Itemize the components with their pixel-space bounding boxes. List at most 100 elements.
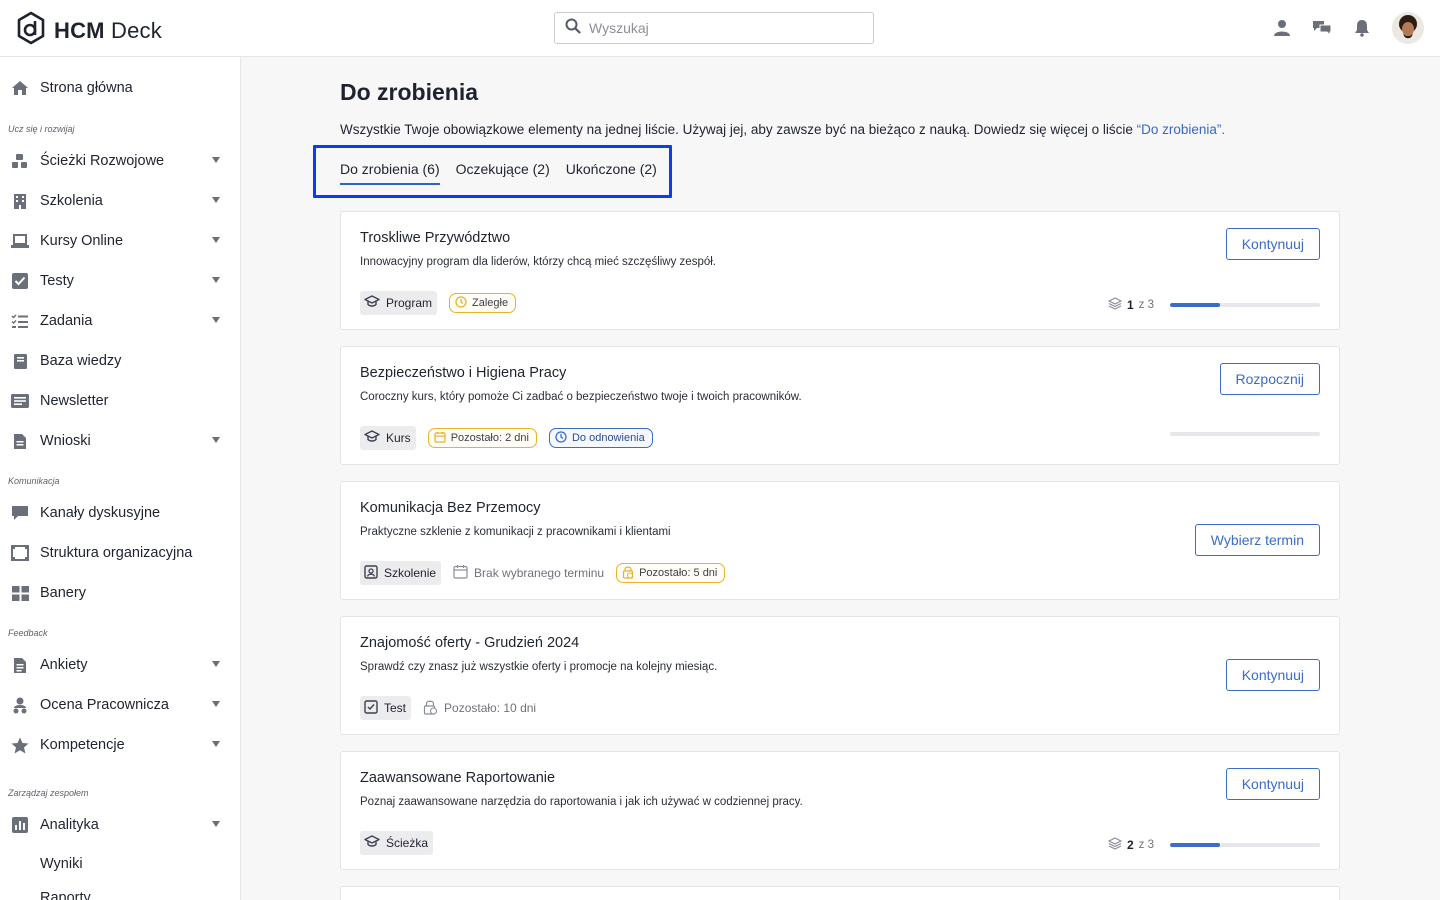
star-icon [11,736,29,754]
sidebar-item-paths[interactable]: Ścieżki Rozwojowe [0,141,240,181]
chevron-down-icon[interactable] [212,157,220,163]
sidebar-item-label: Baza wiedzy [40,353,122,369]
progress-fill [1170,843,1220,847]
choose-date-button[interactable]: Wybierz termin [1194,524,1320,556]
sidebar-item-label: Kursy Online [40,233,124,249]
sidebar-item-knowledge-base[interactable]: Baza wiedzy [0,341,240,381]
card-title[interactable]: Znajomość oferty - Grudzień 2024 [360,635,579,651]
badge-label: Pozostało: 5 dni [639,567,718,579]
todo-list-link[interactable]: “Do zrobienia”. [1137,122,1226,137]
sidebar-item-label: Struktura organizacyjna [40,545,193,561]
continue-button[interactable]: Kontynuuj [1225,768,1320,800]
sidebar-item-home[interactable]: Strona główna [0,68,240,108]
overdue-badge: Zaległe [449,293,517,313]
progress-bar [1170,303,1320,307]
card-tags: Test Pozostało: 10 dni [360,696,536,720]
building-icon [11,192,29,210]
task-card[interactable]: Komunikacja Bez Przemocy Praktyczne szkl… [340,481,1340,600]
main-content: Do zrobienia Wszystkie Twoje obowiązkowe… [241,57,1440,900]
graduation-cap-icon [364,430,380,446]
chevron-down-icon[interactable] [212,237,220,243]
card-title[interactable]: Komunikacja Bez Przemocy [360,500,541,516]
sidebar-item-label: Wnioski [40,433,91,449]
continue-button[interactable]: Kontynuuj [1225,659,1320,691]
page-title: Do zrobienia [340,79,479,105]
badge-label: Pozostało: 2 dni [450,432,529,444]
card-tags: Ścieżka [360,831,434,855]
task-card[interactable]: Bezpieczeństwo i Higiena Pracy Coroczny … [340,346,1340,465]
sidebar-item-banners[interactable]: Banery [0,573,240,613]
sidebar: Strona główna Ucz się i rozwijaj Ścieżki… [0,57,241,900]
chevron-down-icon[interactable] [212,197,220,203]
meta-label: Pozostało: 10 dni [444,701,537,715]
meta-label: Brak wybranego terminu [474,566,605,580]
card-description: Sprawdź czy znasz już wszystkie oferty i… [360,661,718,673]
sidebar-item-competencies[interactable]: Kompetencje [0,725,240,765]
sidebar-item-label: Banery [40,585,86,601]
tab-todo[interactable]: Do zrobienia (6) [340,161,440,185]
search-input[interactable] [589,20,849,36]
sidebar-item-label: Testy [40,273,74,289]
card-tags: Kurs Pozostało: 2 dni Do odnowienia [360,426,653,450]
sidebar-item-channels[interactable]: Kanały dyskusyjne [0,493,240,533]
layers-icon [1107,837,1123,853]
task-card[interactable]: Znajomość oferty - Grudzień 2024 Sprawdź… [340,616,1340,735]
tab-pending[interactable]: Oczekujące (2) [456,161,550,185]
search-box[interactable] [554,12,874,44]
bell-icon[interactable] [1352,18,1372,38]
sidebar-item-evaluation[interactable]: Ocena Pracownicza [0,685,240,725]
sidebar-item-tests[interactable]: Testy [0,261,240,301]
sidebar-item-analytics[interactable]: Analityka [0,805,240,845]
card-title[interactable]: Zaawansowane Raportowanie [360,770,555,786]
sidebar-item-label: Strona główna [40,80,133,96]
messages-icon[interactable] [1312,18,1332,38]
card-title[interactable]: Troskliwe Przywództwo [360,230,510,246]
chevron-down-icon[interactable] [212,661,220,667]
progress-fill [1170,303,1220,307]
sidebar-item-tasks[interactable]: Zadania [0,301,240,341]
chevron-down-icon[interactable] [212,277,220,283]
deadline-badge: Pozostało: 2 dni [427,428,537,448]
continue-button[interactable]: Kontynuuj [1225,228,1320,260]
user-avatar[interactable] [1392,12,1424,44]
sidebar-item-label: Ocena Pracownicza [40,697,169,713]
sidebar-item-newsletter[interactable]: Newsletter [0,381,240,421]
chart-icon [11,816,29,834]
tab-completed[interactable]: Ukończone (2) [566,161,657,185]
sidebar-item-label: Ankiety [40,657,88,673]
chevron-down-icon[interactable] [212,821,220,827]
card-title[interactable]: Bezpieczeństwo i Higiena Pracy [360,365,566,381]
search-icon [565,18,581,39]
survey-icon [11,656,29,674]
card-description: Coroczny kurs, który pomoże Ci zadbać o … [360,391,802,403]
sidebar-subitem-reports[interactable]: Raporty [0,878,240,900]
sidebar-section-communication: Komunikacja [8,476,60,486]
sidebar-item-requests[interactable]: Wnioski [0,421,240,461]
task-card[interactable]: Zaawansowane Raportowanie Poznaj zaawans… [340,751,1340,870]
graduation-cap-icon [364,295,380,311]
sidebar-item-trainings[interactable]: Szkolenia [0,181,240,221]
sidebar-section-manage-team: Zarządzaj zespołem [8,788,89,798]
graduation-cap-icon [364,835,380,851]
task-card[interactable] [340,886,1340,900]
chevron-down-icon[interactable] [212,437,220,443]
newsletter-icon [11,392,29,410]
home-icon [11,79,29,97]
laptop-icon [11,232,29,250]
sidebar-item-label: Kompetencje [40,737,125,753]
badge-label: Zaległe [472,297,509,309]
start-button[interactable]: Rozpocznij [1219,363,1320,395]
chevron-down-icon[interactable] [212,741,220,747]
sidebar-item-surveys[interactable]: Ankiety [0,645,240,685]
sidebar-item-online-courses[interactable]: Kursy Online [0,221,240,261]
progress-count: 2z 3 [1107,837,1154,853]
profile-icon[interactable] [1272,18,1292,38]
logo[interactable]: HCM Deck [16,11,162,50]
chevron-down-icon[interactable] [212,701,220,707]
path-icon [11,152,29,170]
sidebar-item-org-structure[interactable]: Struktura organizacyjna [0,533,240,573]
chevron-down-icon[interactable] [212,317,220,323]
clock-icon [555,430,567,446]
renewal-badge: Do odnowienia [548,428,653,448]
task-card[interactable]: Troskliwe Przywództwo Innowacyjny progra… [340,211,1340,330]
